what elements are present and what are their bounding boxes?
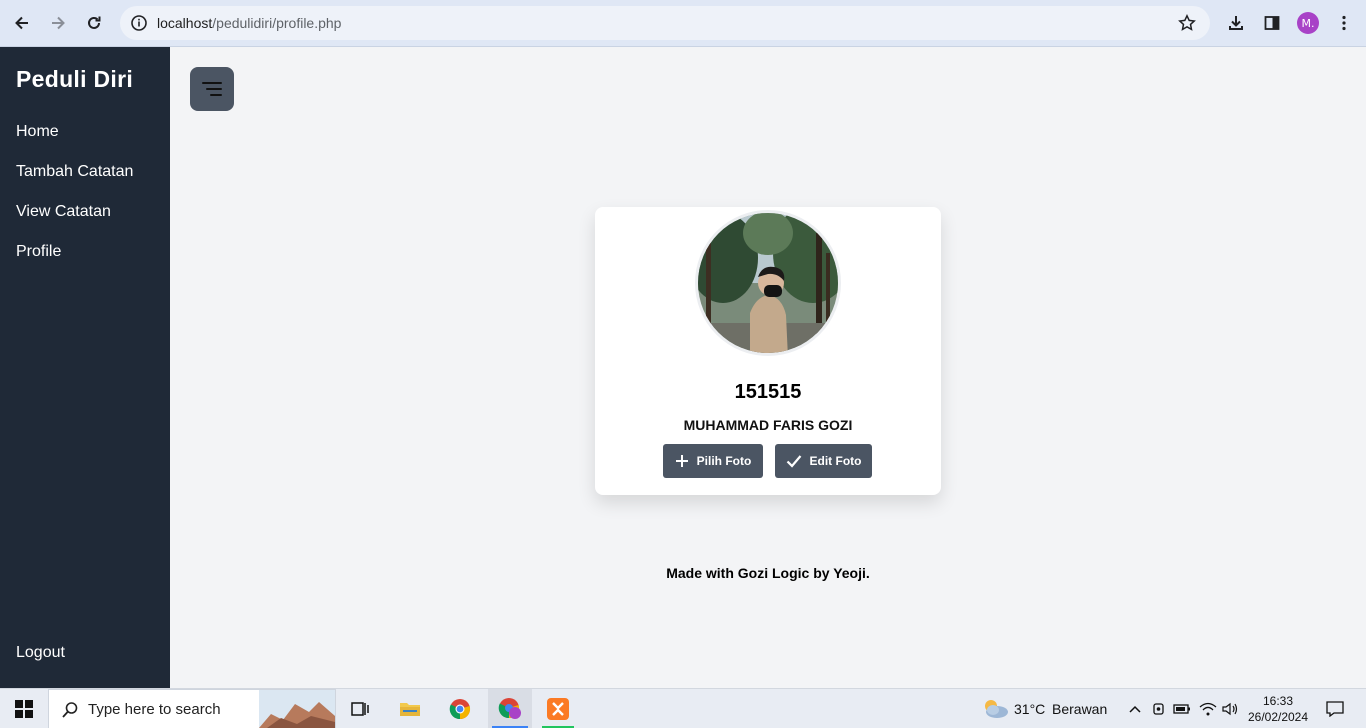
chrome-profile-icon	[498, 698, 521, 719]
check-icon	[786, 455, 801, 468]
taskbar-search[interactable]: Type here to search	[48, 689, 336, 728]
clock-time: 16:33	[1262, 694, 1294, 708]
windows-logo-icon	[15, 700, 33, 718]
task-view-button[interactable]	[340, 689, 380, 728]
url-path: /pedulidiri/profile.php	[212, 15, 342, 31]
user-name: MUHAMMAD FARIS GOZI	[683, 417, 853, 433]
weather-temp[interactable]: 31°C	[1014, 701, 1045, 717]
start-button[interactable]	[0, 689, 48, 728]
profile-card: 151515 MUHAMMAD FARIS GOZI Pilih Foto Ed…	[595, 207, 941, 495]
logout-link[interactable]: Logout	[16, 644, 65, 662]
xampp-button[interactable]	[538, 689, 578, 728]
hamburger-icon	[202, 82, 222, 96]
forward-arrow-icon	[52, 16, 65, 30]
reload-icon	[88, 16, 101, 29]
task-view-icon	[351, 702, 369, 716]
weather-icon[interactable]	[980, 689, 1010, 728]
profile-initial: M.	[1297, 12, 1319, 34]
menu-toggle-button[interactable]	[190, 67, 234, 111]
pick-photo-button[interactable]: Pilih Foto	[663, 444, 763, 478]
clock[interactable]: 16:33 26/02/2024	[1244, 693, 1312, 725]
download-icon[interactable]	[1223, 10, 1249, 36]
clock-date: 26/02/2024	[1247, 710, 1309, 724]
chrome-profile-button[interactable]	[488, 689, 532, 728]
sidebar-item-profile[interactable]: Profile	[16, 241, 133, 281]
search-highlight-image	[259, 690, 335, 728]
more-menu-icon[interactable]	[1331, 10, 1357, 36]
footer-credit: Made with Gozi Logic by Yeoji.	[666, 565, 870, 581]
xampp-icon	[547, 698, 569, 720]
user-id: 151515	[734, 381, 802, 403]
edit-photo-label: Edit Foto	[809, 454, 862, 468]
show-hidden-icons-chevron-icon[interactable]	[1126, 689, 1144, 728]
search-icon	[62, 702, 78, 718]
folder-icon	[400, 703, 420, 716]
site-info-icon[interactable]	[128, 12, 150, 34]
reload-button[interactable]	[79, 8, 109, 38]
battery-icon[interactable]	[1172, 689, 1192, 728]
address-bar[interactable]: localhost/pedulidiri/profile.php	[120, 6, 1210, 40]
notification-center-icon[interactable]	[1320, 689, 1350, 728]
url-host: localhost	[157, 15, 213, 31]
edit-photo-button[interactable]: Edit Foto	[775, 444, 872, 478]
chrome-icon	[449, 699, 471, 720]
url-text[interactable]: localhost/pedulidiri/profile.php	[157, 15, 341, 31]
profile-photo	[695, 210, 841, 356]
sidebar: Peduli Diri Home Tambah Catatan View Cat…	[0, 47, 170, 688]
bookmark-star-icon[interactable]	[1176, 12, 1198, 34]
sidebar-item-home[interactable]: Home	[16, 121, 133, 161]
meet-now-icon[interactable]	[1150, 689, 1168, 728]
browser-toolbar: localhost/pedulidiri/profile.php M.	[0, 0, 1366, 47]
taskbar: Type here to search 31°C Berawan 16:33 2…	[0, 688, 1366, 728]
back-arrow-icon	[15, 16, 28, 30]
plus-icon	[675, 455, 688, 467]
side-panel-icon[interactable]	[1259, 10, 1285, 36]
forward-button[interactable]	[43, 8, 73, 38]
pick-photo-label: Pilih Foto	[696, 454, 752, 468]
search-placeholder: Type here to search	[88, 701, 221, 718]
sidebar-item-tambah-catatan[interactable]: Tambah Catatan	[16, 161, 133, 201]
chrome-button[interactable]	[440, 689, 480, 728]
volume-icon[interactable]	[1220, 689, 1240, 728]
main-content: 151515 MUHAMMAD FARIS GOZI Pilih Foto Ed…	[170, 47, 1366, 688]
sidebar-menu: Home Tambah Catatan View Catatan Profile	[16, 121, 133, 281]
profile-avatar-button[interactable]: M.	[1295, 10, 1321, 36]
wifi-icon[interactable]	[1198, 689, 1218, 728]
back-button[interactable]	[7, 8, 37, 38]
file-explorer-button[interactable]	[390, 689, 430, 728]
brand-title: Peduli Diri	[16, 66, 134, 92]
weather-desc[interactable]: Berawan	[1052, 701, 1107, 717]
sidebar-item-view-catatan[interactable]: View Catatan	[16, 201, 133, 241]
